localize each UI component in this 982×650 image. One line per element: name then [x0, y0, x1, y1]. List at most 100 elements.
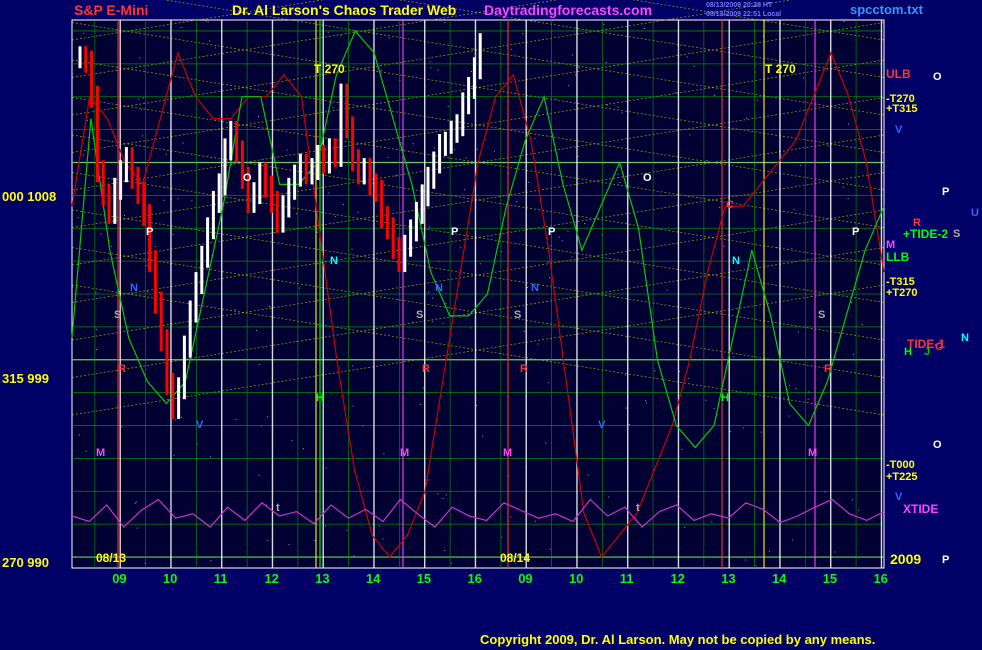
star-dot — [619, 182, 621, 184]
star-dot — [746, 117, 748, 119]
hour-label: 15 — [416, 571, 432, 586]
star-dot — [258, 364, 260, 366]
right-marker-o-top: O — [933, 71, 942, 83]
star-dot — [788, 415, 790, 417]
star-dot — [387, 156, 389, 158]
star-dot — [858, 509, 860, 511]
star-dot — [342, 203, 344, 205]
star-dot — [473, 48, 475, 50]
star-dot — [733, 356, 735, 358]
star-dot — [451, 562, 453, 564]
label-ulb: ULB — [886, 67, 911, 81]
star-dot — [87, 189, 89, 191]
star-dot — [378, 525, 380, 527]
star-dot — [437, 69, 439, 71]
label-plus-t270: +T270 — [886, 287, 918, 299]
star-dot — [666, 289, 668, 291]
label-minus-t000: -T000 — [886, 459, 915, 471]
marker-v-2: V — [598, 419, 606, 431]
star-dot — [72, 266, 73, 268]
star-dot — [173, 454, 175, 456]
star-dot — [210, 560, 212, 562]
right-marker-p-bottom: P — [942, 554, 950, 566]
star-dot — [510, 516, 512, 518]
marker-r-1: R — [118, 363, 126, 375]
star-dot — [141, 135, 143, 137]
star-dot — [706, 160, 708, 161]
star-dot — [207, 21, 209, 23]
star-dot — [516, 201, 518, 203]
star-dot — [470, 327, 472, 329]
label-xtide: XTIDE — [903, 502, 939, 516]
marker-r-3: R — [520, 363, 528, 375]
star-dot — [147, 291, 149, 293]
star-dot — [134, 502, 136, 504]
timestamp-2: 08/13/2009 22:51 Local — [706, 11, 782, 18]
star-dot — [793, 208, 795, 210]
star-dot — [142, 97, 144, 99]
star-dot — [95, 292, 97, 294]
star-dot — [286, 149, 288, 151]
hour-label: 12 — [670, 571, 685, 586]
hour-label: 16 — [467, 571, 482, 586]
hour-label: 11 — [619, 571, 634, 586]
star-dot — [165, 153, 167, 155]
star-dot — [644, 28, 646, 29]
star-dot — [807, 398, 809, 400]
star-dot — [847, 198, 849, 200]
t270-label-2: T 270 — [765, 62, 796, 76]
marker-h-2: H — [721, 392, 729, 404]
star-dot — [482, 435, 484, 437]
star-dot — [684, 526, 686, 528]
star-dot — [568, 85, 570, 87]
star-dot — [430, 67, 432, 69]
star-dot — [209, 40, 210, 42]
star-dot — [803, 77, 804, 79]
star-dot — [754, 71, 756, 73]
star-dot — [464, 189, 466, 191]
right-marker-u: U — [971, 207, 979, 219]
star-dot — [493, 150, 495, 152]
star-dot — [681, 448, 683, 450]
marker-p-4: P — [852, 226, 860, 238]
star-dot — [549, 277, 550, 279]
star-dot — [352, 365, 354, 367]
star-dot — [742, 427, 744, 429]
star-dot — [755, 565, 757, 567]
star-dot — [267, 539, 269, 541]
star-dot — [163, 199, 165, 201]
star-dot — [789, 384, 790, 386]
y-label-990: 270 990 — [2, 555, 49, 570]
star-dot — [146, 265, 148, 267]
star-dot — [328, 192, 330, 194]
star-dot — [454, 149, 456, 151]
site-link[interactable]: Daytradingforecasts.com — [484, 3, 652, 17]
marker-p-1: P — [146, 226, 154, 238]
star-dot — [400, 142, 402, 144]
y-label-999: 315 999 — [2, 371, 49, 386]
star-dot — [848, 123, 849, 125]
star-dot — [95, 328, 97, 330]
star-dot — [316, 231, 318, 233]
star-dot — [624, 374, 626, 376]
star-dot — [549, 548, 551, 550]
hour-label: 13 — [721, 571, 736, 586]
star-dot — [429, 61, 431, 63]
star-dot — [617, 106, 619, 108]
star-dot — [191, 200, 193, 202]
right-marker-o-bottom: O — [933, 439, 942, 451]
star-dot — [654, 370, 656, 372]
star-dot — [523, 330, 525, 332]
star-dot — [861, 324, 863, 326]
star-dot — [799, 164, 801, 166]
marker-s-1: S — [114, 309, 122, 321]
star-dot — [325, 525, 326, 527]
label-plus-t315: +T315 — [886, 103, 918, 115]
star-dot — [431, 297, 433, 299]
star-dot — [182, 142, 184, 144]
star-dot — [688, 377, 690, 379]
star-dot — [756, 99, 758, 101]
star-dot — [537, 343, 539, 345]
chaos-trader-chart — [71, 0, 885, 569]
star-dot — [334, 215, 336, 217]
